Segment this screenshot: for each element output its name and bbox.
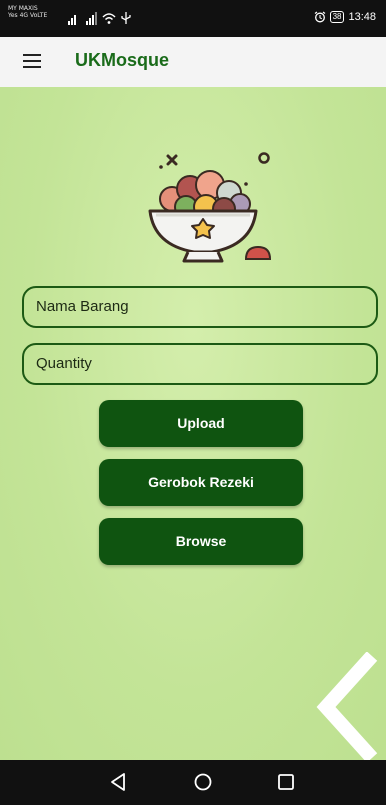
app-bar: UKMosque [0,37,386,87]
status-bar: MY MAXIS Yes 4G VoLTE 38 13:48 [0,0,386,37]
home-circle-icon[interactable] [192,771,214,793]
watermark-chevron-icon [316,652,378,762]
item-name-field[interactable]: Nama Barang [22,286,378,328]
alarm-icon [314,11,325,23]
food-bowl-icon [148,152,272,263]
signal-icon [68,12,131,25]
back-triangle-icon[interactable] [108,771,130,793]
app-title: UKMosque [75,50,169,70]
carrier-text: MY MAXIS Yes 4G VoLTE [8,5,47,19]
navigation-bar [0,760,386,805]
status-time: 13:48 [348,11,376,23]
upload-button[interactable]: Upload [99,400,303,447]
screen: MY MAXIS Yes 4G VoLTE 38 13:48 UKMosque … [0,0,386,805]
browse-button[interactable]: Browse [99,518,303,565]
battery-level: 38 [329,11,345,23]
quantity-field[interactable]: Quantity [22,343,378,385]
usb-icon [121,12,131,24]
hamburger-menu-icon[interactable] [23,54,41,68]
main-content: Nama Barang Quantity Upload Gerobok Reze… [0,87,386,762]
recent-apps-square-icon[interactable] [275,771,297,793]
wifi-icon [102,13,116,21]
carrier-name: MY MAXIS [8,5,38,12]
gerobok-rezeki-button[interactable]: Gerobok Rezeki [99,459,303,506]
network-type: Yes 4G VoLTE [8,12,48,19]
status-right: 38 13:48 [314,11,376,23]
